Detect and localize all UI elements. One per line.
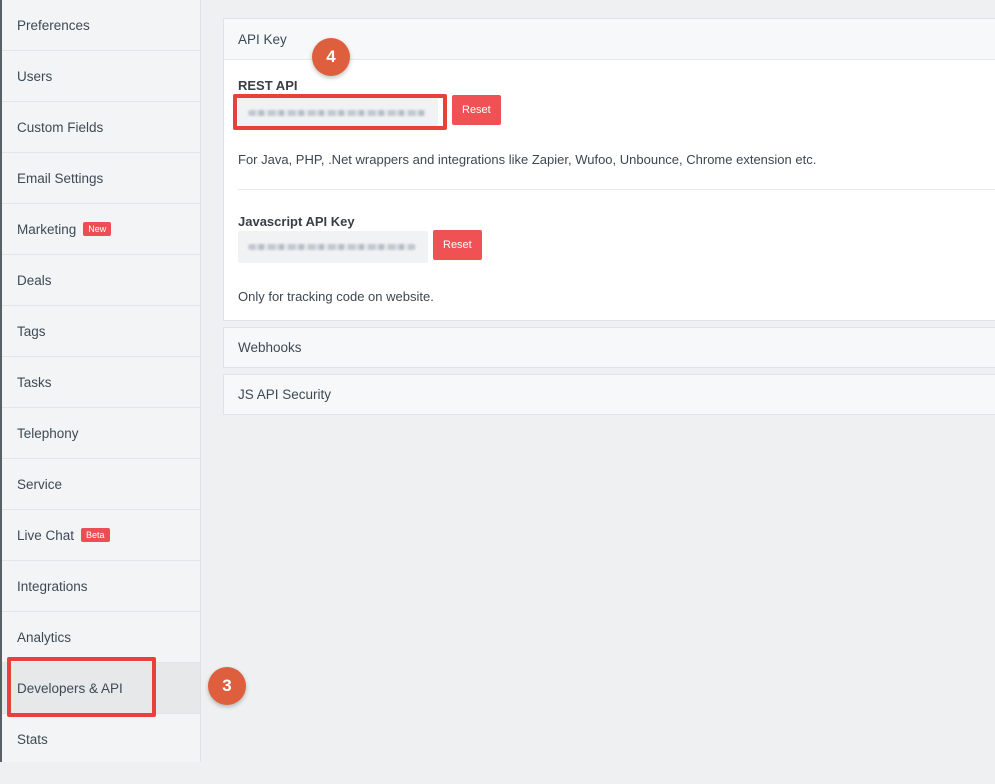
rest-api-label: REST API [238, 78, 298, 93]
sidebar-item-analytics[interactable]: Analytics [2, 612, 200, 663]
settings-sidebar: Preferences Users Custom Fields Email Se… [0, 0, 201, 762]
sidebar-item-label: Live Chat [17, 527, 75, 543]
sidebar-item-integrations[interactable]: Integrations [2, 561, 200, 612]
rest-api-description: For Java, PHP, .Net wrappers and integra… [238, 152, 817, 167]
section-divider [238, 189, 995, 190]
sidebar-item-email-settings[interactable]: Email Settings [2, 153, 200, 204]
sidebar-item-label: Deals [17, 272, 52, 288]
sidebar-item-live-chat[interactable]: Live Chat Beta [2, 510, 200, 561]
step-3-marker: 3 [208, 667, 246, 705]
sidebar-item-label: Integrations [17, 578, 88, 594]
sidebar-item-label: Marketing [17, 221, 77, 237]
sidebar-item-label: Preferences [17, 17, 90, 33]
javascript-api-reset-button[interactable]: Reset [433, 230, 482, 260]
sidebar-item-label: Email Settings [17, 170, 104, 186]
js-api-security-panel-header[interactable]: JS API Security [224, 375, 995, 414]
sidebar-item-label: Users [17, 68, 53, 84]
javascript-api-key-label: Javascript API Key [238, 214, 355, 229]
sidebar-item-tags[interactable]: Tags [2, 306, 200, 357]
sidebar-item-custom-fields[interactable]: Custom Fields [2, 102, 200, 153]
javascript-api-description: Only for tracking code on website. [238, 289, 434, 304]
panel-title: JS API Security [238, 387, 332, 402]
sidebar-item-preferences[interactable]: Preferences [2, 0, 200, 51]
sidebar-item-tasks[interactable]: Tasks [2, 357, 200, 408]
sidebar-item-label: Stats [17, 732, 48, 747]
sidebar-item-telephony[interactable]: Telephony [2, 408, 200, 459]
panel-title: API Key [238, 31, 287, 47]
sidebar-item-developers-api[interactable]: Developers & API [2, 663, 200, 714]
sidebar-item-stats[interactable]: Stats [2, 714, 200, 765]
new-badge: New [83, 222, 112, 236]
sidebar-item-label: Telephony [17, 425, 79, 441]
redacted-key [248, 110, 426, 116]
panel-title: Webhooks [238, 340, 302, 355]
sidebar-item-label: Service [17, 476, 63, 492]
redacted-key [248, 244, 416, 250]
beta-badge: Beta [81, 528, 110, 542]
sidebar-item-service[interactable]: Service [2, 459, 200, 510]
sidebar-item-deals[interactable]: Deals [2, 255, 200, 306]
webhooks-panel-header[interactable]: Webhooks [224, 328, 995, 367]
rest-api-key-field[interactable] [238, 97, 438, 129]
js-api-security-panel[interactable]: JS API Security [223, 374, 995, 415]
sidebar-item-label: Tasks [17, 374, 52, 390]
sidebar-item-marketing[interactable]: Marketing New [2, 204, 200, 255]
javascript-api-key-field[interactable] [238, 231, 428, 263]
sidebar-item-label: Analytics [17, 629, 72, 645]
sidebar-item-users[interactable]: Users [2, 51, 200, 102]
sidebar-item-label: Custom Fields [17, 119, 104, 135]
webhooks-panel[interactable]: Webhooks [223, 327, 995, 368]
rest-api-reset-button[interactable]: Reset [452, 95, 501, 125]
sidebar-item-label: Tags [17, 323, 46, 339]
sidebar-item-label: Developers & API [17, 680, 123, 696]
step-4-marker: 4 [312, 38, 350, 76]
